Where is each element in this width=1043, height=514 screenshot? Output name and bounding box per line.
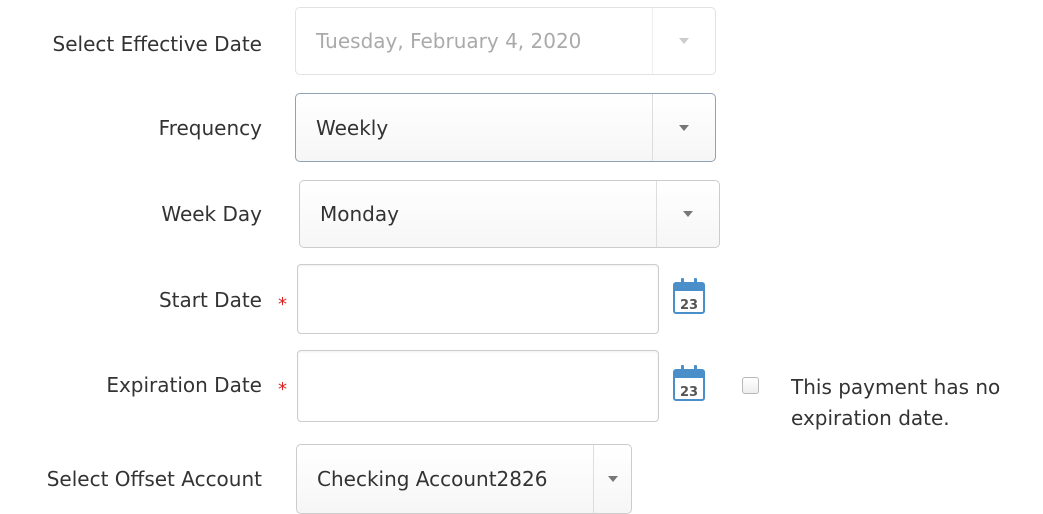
- expiration-date-label: Expiration Date: [106, 373, 262, 397]
- frequency-value: Weekly: [316, 115, 389, 140]
- offset-account-select[interactable]: Checking Account2826: [296, 444, 632, 514]
- calendar-icon-day: 23: [680, 298, 698, 313]
- chevron-down-icon: [607, 476, 618, 482]
- frequency-select[interactable]: Weekly: [295, 93, 716, 162]
- start-date-required-marker: *: [278, 294, 287, 315]
- expiration-date-input[interactable]: [297, 350, 659, 422]
- week-day-value: Monday: [320, 202, 399, 226]
- frequency-dropdown-toggle[interactable]: [652, 94, 715, 161]
- effective-date-value: Tuesday, February 4, 2020: [316, 29, 582, 53]
- start-date-input[interactable]: [297, 264, 659, 334]
- expiration-date-required-marker: *: [278, 379, 287, 400]
- no-expiration-checkbox[interactable]: [742, 377, 759, 394]
- calendar-icon[interactable]: 23: [672, 277, 706, 315]
- week-day-dropdown-toggle[interactable]: [656, 181, 719, 247]
- effective-date-select: Tuesday, February 4, 2020: [295, 7, 716, 75]
- offset-account-label: Select Offset Account: [46, 467, 262, 491]
- chevron-down-icon: [679, 124, 689, 131]
- effective-date-dropdown-toggle: [652, 8, 715, 74]
- offset-account-value: Checking Account2826: [317, 467, 548, 491]
- no-expiration-label-line2: expiration date.: [791, 406, 950, 430]
- chevron-down-icon: [679, 38, 689, 44]
- offset-account-dropdown-toggle[interactable]: [593, 445, 631, 513]
- start-date-label: Start Date: [158, 288, 262, 312]
- effective-date-label: Select Effective Date: [52, 32, 262, 56]
- calendar-icon[interactable]: 23: [672, 364, 706, 402]
- no-expiration-label-line1: This payment has no: [791, 375, 1001, 399]
- week-day-select[interactable]: Monday: [299, 180, 720, 248]
- calendar-icon-day: 23: [680, 385, 698, 400]
- week-day-label: Week Day: [161, 202, 262, 226]
- frequency-label: Frequency: [158, 116, 262, 140]
- chevron-down-icon: [683, 211, 693, 217]
